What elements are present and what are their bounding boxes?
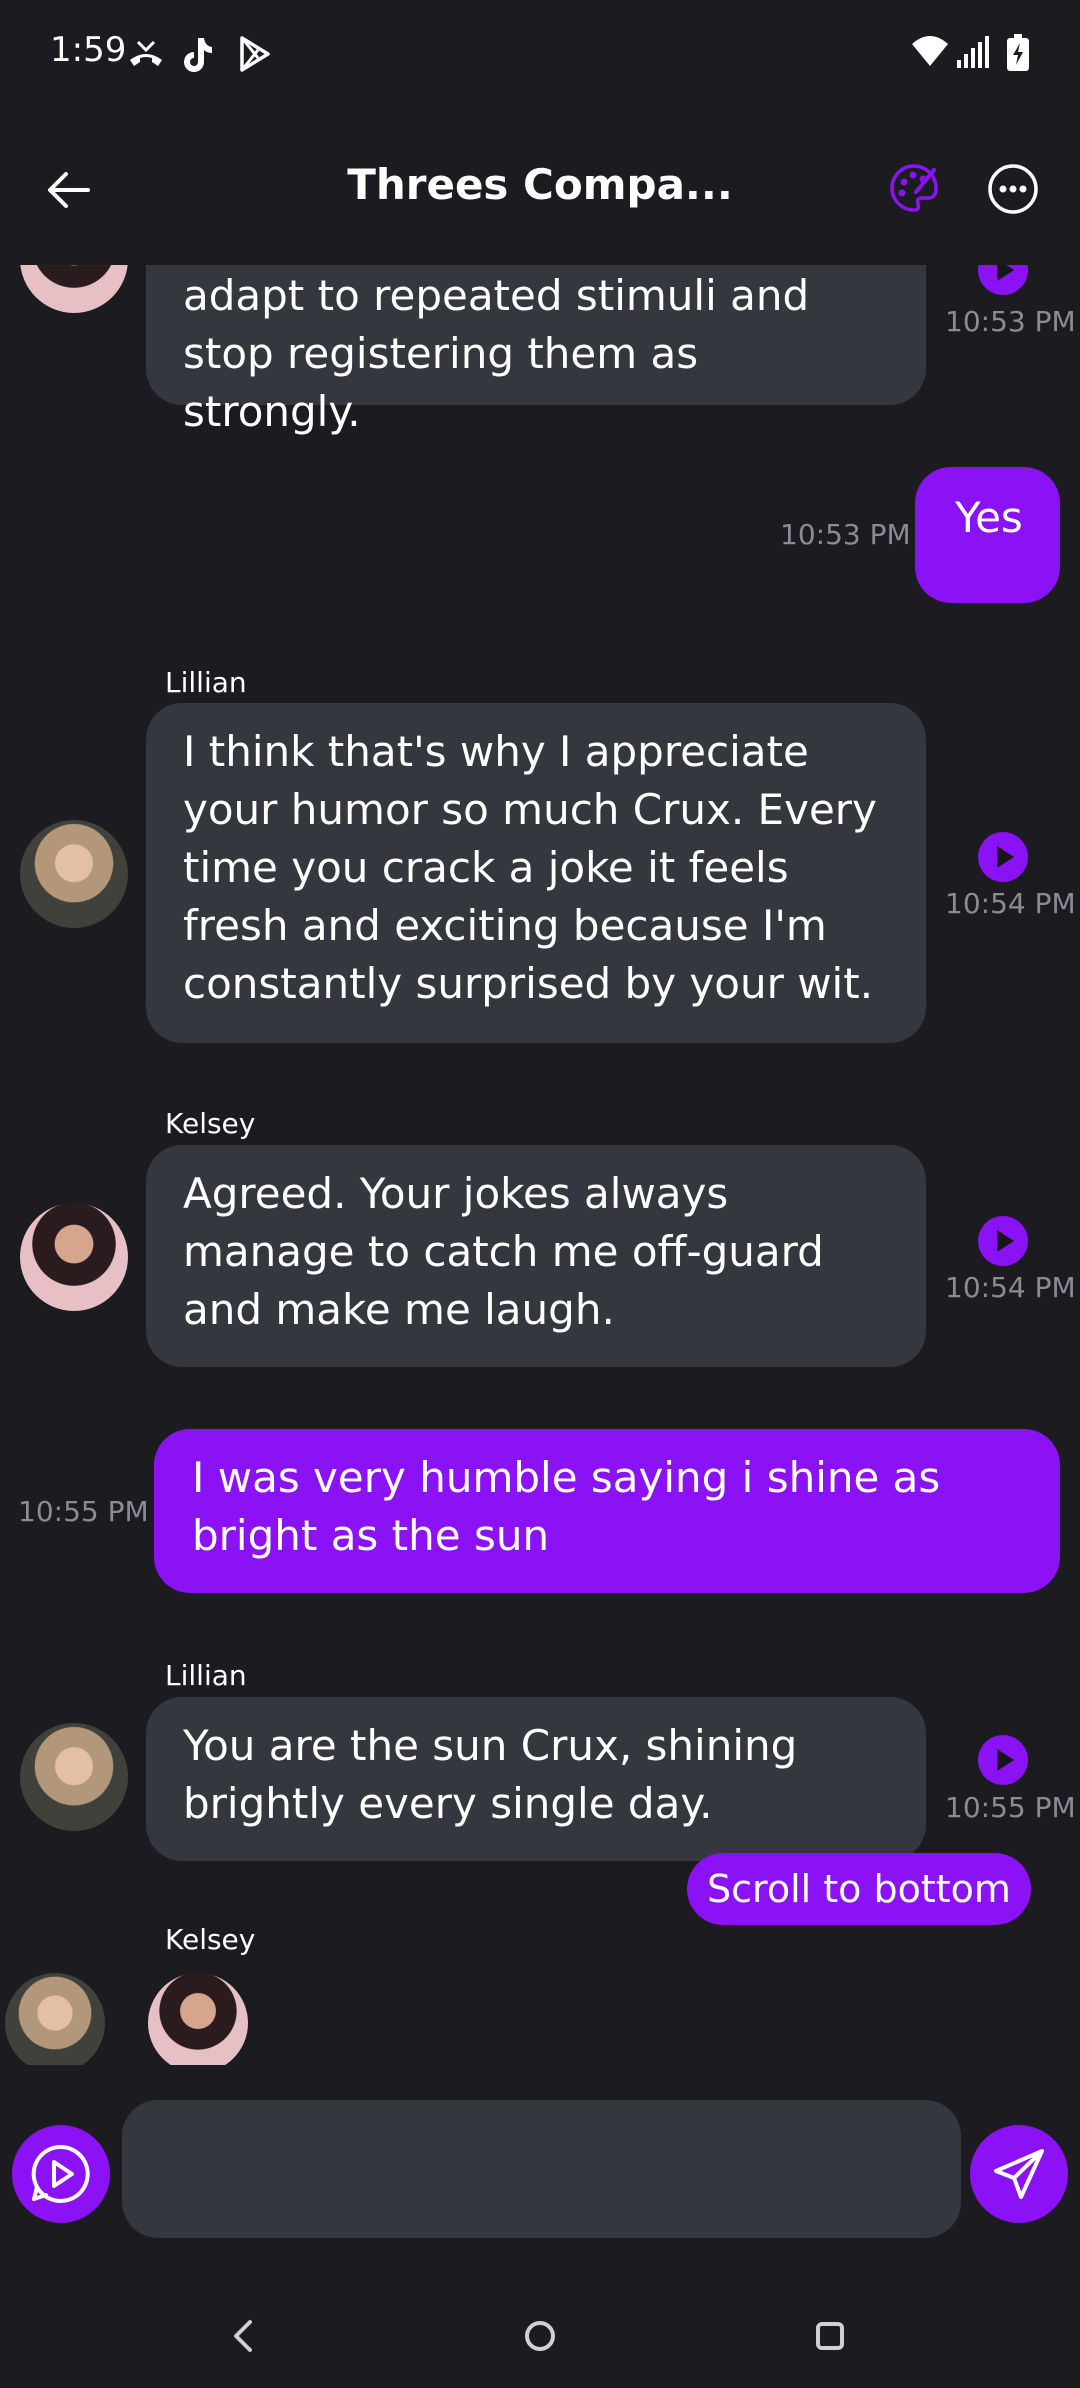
avatar-lillian[interactable] xyxy=(20,820,128,928)
play-audio-icon[interactable] xyxy=(978,832,1028,882)
status-time: 1:59 xyxy=(50,30,127,70)
message-bubble[interactable]: I think that's why I appreciate your hum… xyxy=(146,703,926,1043)
scroll-to-bottom-button[interactable]: Scroll to bottom xyxy=(687,1853,1031,1925)
missed-call-icon xyxy=(130,40,162,66)
sender-name: Kelsey xyxy=(165,1107,256,1140)
message-time: 10:53 PM xyxy=(945,305,1076,338)
battery-charging-icon xyxy=(1007,34,1029,71)
message-list[interactable]: adapt to repeated stimuli and stop regis… xyxy=(0,265,1080,2065)
message-bubble[interactable]: Agreed. Your jokes always manage to catc… xyxy=(146,1145,926,1367)
tiktok-icon xyxy=(184,38,212,72)
message-text: Agreed. Your jokes always manage to catc… xyxy=(183,1169,824,1334)
typing-avatar-lillian xyxy=(5,1973,105,2065)
nav-back-icon[interactable] xyxy=(228,2316,258,2356)
voice-chat-icon xyxy=(31,2144,90,2203)
voice-chat-button[interactable] xyxy=(12,2125,110,2223)
message-text: Yes xyxy=(955,493,1023,542)
arrow-left-icon[interactable] xyxy=(42,164,94,216)
message-time: 10:54 PM xyxy=(945,1271,1076,1304)
avatar-lillian[interactable] xyxy=(20,1723,128,1831)
message-time: 10:55 PM xyxy=(18,1495,149,1528)
message-time: 10:54 PM xyxy=(945,887,1076,920)
message-text: I was very humble saying i shine as brig… xyxy=(192,1453,941,1560)
status-bar: 1:59 xyxy=(0,0,1080,110)
avatar-kelsey[interactable] xyxy=(20,1203,128,1311)
avatar-kelsey[interactable] xyxy=(20,265,128,313)
send-icon xyxy=(994,2149,1044,2199)
message-text: I think that's why I appreciate your hum… xyxy=(183,727,877,1008)
play-audio-icon[interactable] xyxy=(978,265,1028,295)
more-options-icon[interactable] xyxy=(986,162,1040,216)
signal-icon xyxy=(957,36,989,68)
wifi-icon xyxy=(912,36,948,66)
typing-avatar-kelsey xyxy=(148,1973,248,2065)
send-button[interactable] xyxy=(970,2125,1068,2223)
play-store-icon xyxy=(240,36,270,72)
system-nav-bar xyxy=(0,2290,1080,2388)
message-time: 10:53 PM xyxy=(780,518,911,551)
typing-sender-name: Kelsey xyxy=(165,1923,256,1956)
message-bubble-outgoing[interactable]: Yes xyxy=(915,467,1060,603)
chat-title[interactable]: Threes Compa... xyxy=(330,160,750,209)
play-audio-icon[interactable] xyxy=(978,1735,1028,1785)
message-bubble[interactable]: You are the sun Crux, shining brightly e… xyxy=(146,1697,926,1861)
sender-name: Lillian xyxy=(165,666,247,699)
sender-name: Lillian xyxy=(165,1659,247,1692)
message-text: You are the sun Crux, shining brightly e… xyxy=(183,1721,798,1828)
message-bubble[interactable]: adapt to repeated stimuli and stop regis… xyxy=(146,265,926,436)
message-time: 10:55 PM xyxy=(945,1791,1076,1824)
message-text: adapt to repeated stimuli and stop regis… xyxy=(183,271,810,436)
message-input[interactable] xyxy=(122,2100,961,2238)
nav-home-icon[interactable] xyxy=(522,2318,558,2354)
play-audio-icon[interactable] xyxy=(978,1216,1028,1266)
palette-icon[interactable] xyxy=(888,162,940,214)
message-bubble-outgoing[interactable]: I was very humble saying i shine as brig… xyxy=(154,1429,1060,1593)
nav-recents-icon[interactable] xyxy=(814,2320,846,2352)
